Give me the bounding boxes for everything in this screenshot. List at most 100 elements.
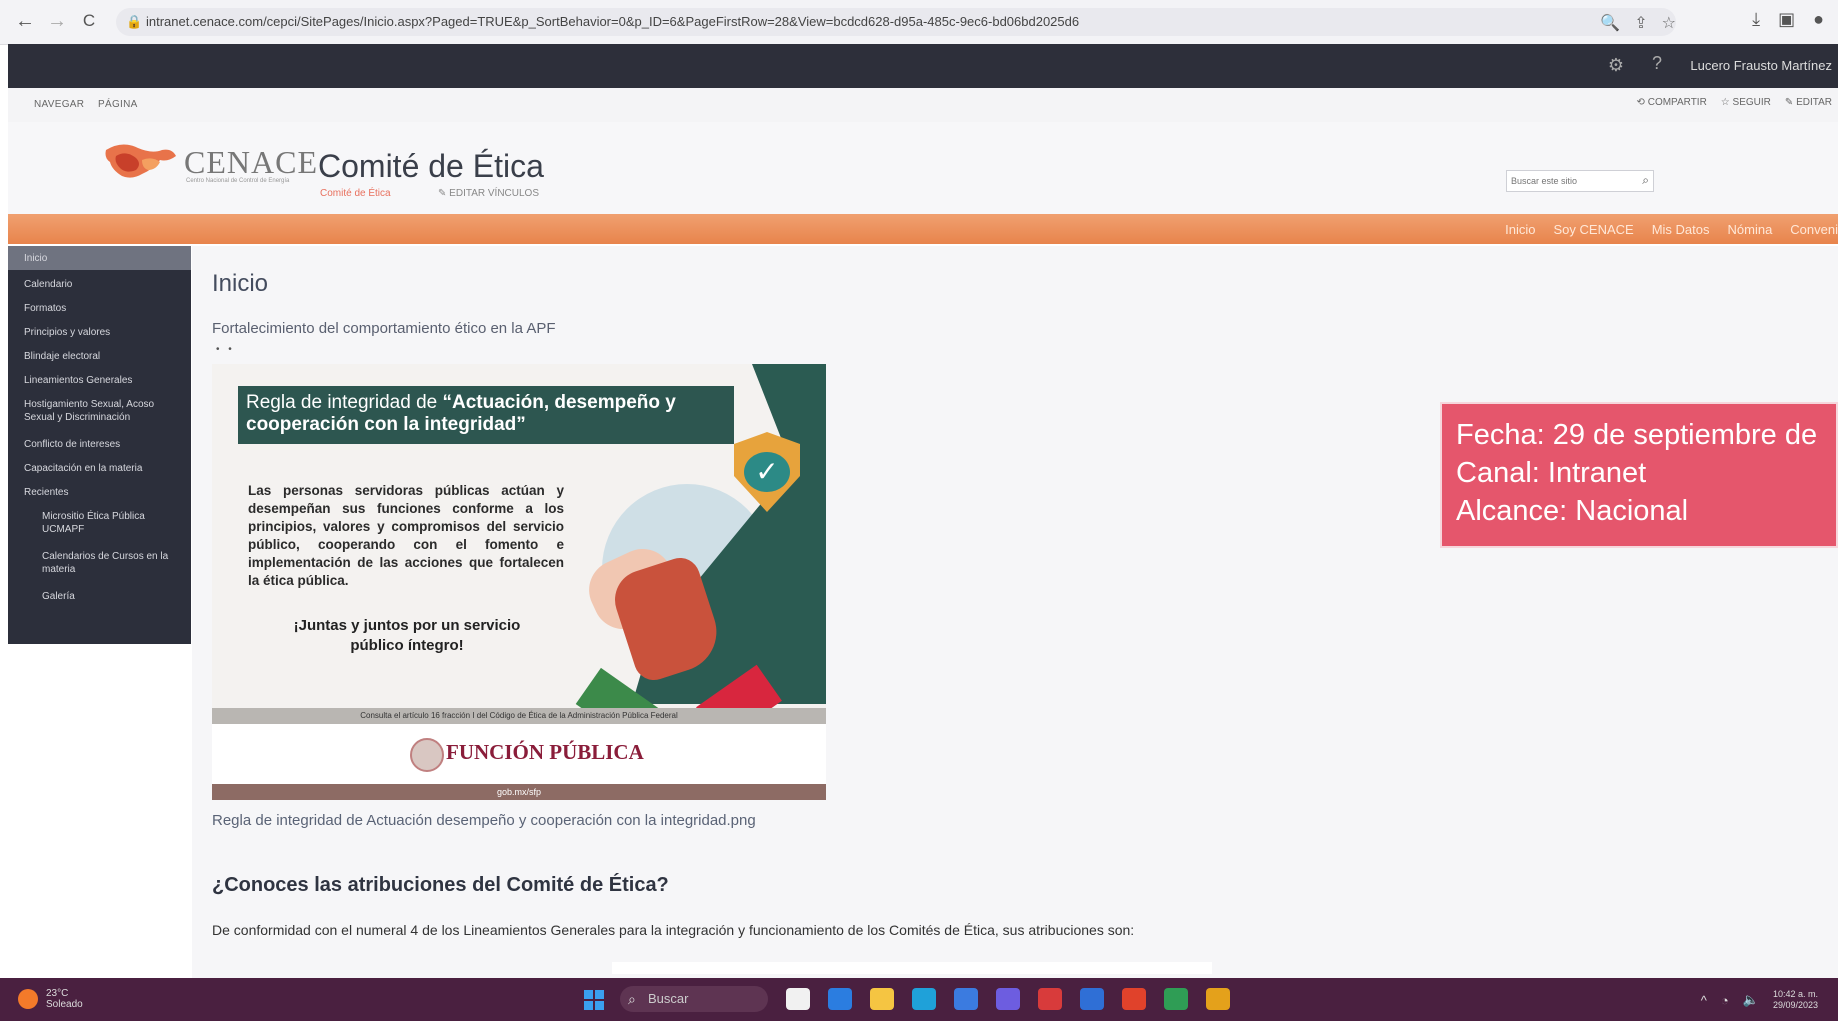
taskbar-search[interactable]: ⌕ Buscar	[620, 986, 768, 1012]
weather-temp: 23°C	[46, 988, 69, 999]
chevron-up-icon[interactable]: ^	[1701, 993, 1707, 1008]
volume-icon[interactable]: 🔈	[1743, 992, 1759, 1008]
breadcrumb[interactable]: Comité de Ética	[320, 188, 391, 199]
left-nav-item-hostigamiento[interactable]: Hostigamiento Sexual, Acoso Sexual y Dis…	[24, 398, 184, 424]
download-icon[interactable]: ⤓	[1752, 9, 1760, 30]
reload-button[interactable]: C	[78, 10, 100, 32]
left-nav-item-recientes[interactable]: Recientes	[24, 486, 184, 499]
follow-action[interactable]: ☆ SEGUIR	[1721, 97, 1771, 108]
left-nav-item-conflicto[interactable]: Conflicto de intereses	[24, 438, 184, 451]
follow-label: SEGUIR	[1732, 97, 1771, 108]
edit-links-label: EDITAR VÍNCULOS	[449, 188, 540, 199]
logo-text: CENACE	[184, 144, 318, 180]
taskbar-app-icon[interactable]	[1164, 988, 1188, 1010]
top-nav: Inicio Soy CENACE Mis Datos Nómina Conve…	[8, 214, 1838, 244]
share-action[interactable]: ⟲ COMPARTIR	[1637, 97, 1707, 108]
clock-time: 10:42 a. m.	[1772, 989, 1818, 999]
taskbar: 23°C Soleado ⌕ Buscar ^ ◔ 🔈 10:42 a. m. …	[0, 978, 1838, 1021]
cenace-emblem-icon[interactable]	[102, 140, 178, 188]
ribbon-tab-navegar[interactable]: NAVEGAR	[34, 99, 84, 110]
forward-button[interactable]: →	[46, 10, 68, 32]
left-nav-item-formatos[interactable]: Formatos	[24, 302, 184, 315]
sidebar-icon[interactable]: ▣	[1778, 9, 1795, 30]
help-icon[interactable]: ?	[1652, 53, 1662, 74]
back-button[interactable]: ←	[14, 10, 36, 32]
top-nav-soy-cenace[interactable]: Soy CENACE	[1554, 222, 1634, 237]
checkmark-icon: ✓	[744, 452, 790, 492]
share-icon[interactable]: ⇪	[1634, 13, 1647, 33]
content-divider	[612, 962, 1212, 974]
sun-icon	[18, 989, 38, 1009]
poster-footer-note: Consulta el artículo 16 fracción I del C…	[212, 708, 826, 724]
address-bar[interactable]: 🔒 intranet.cenace.com/cepci/SitePages/In…	[116, 8, 1676, 36]
left-nav-item-blindaje[interactable]: Blindaje electoral	[24, 350, 184, 363]
poster-banner: Regla de integridad de “Actuación, desem…	[238, 386, 734, 444]
taskbar-app-icon[interactable]	[1122, 988, 1146, 1010]
lock-icon: 🔒	[126, 14, 143, 29]
zoom-icon[interactable]: 🔍	[1600, 13, 1620, 33]
carousel-dots[interactable]: • •	[216, 344, 235, 355]
top-nav-convenios[interactable]: Conveni	[1790, 222, 1838, 237]
government-seal-icon	[410, 738, 444, 772]
section-heading: ¿Conoces las atribuciones del Comité de …	[212, 874, 669, 896]
taskbar-app-icon[interactable]	[828, 988, 852, 1010]
section-text: De conformidad con el numeral 4 de los L…	[212, 922, 1135, 938]
image-caption-link[interactable]: Regla de integridad de Actuación desempe…	[212, 812, 756, 829]
taskbar-app-icon[interactable]	[954, 988, 978, 1010]
taskbar-app-icon[interactable]	[1206, 988, 1230, 1010]
poster-body-text: Las personas servidoras públicas actúan …	[248, 483, 564, 588]
taskbar-app-icon[interactable]	[786, 988, 810, 1010]
site-title[interactable]: Comité de Ética	[318, 148, 544, 185]
left-nav-item-inicio[interactable]: Inicio	[8, 246, 191, 270]
left-nav-item-principios[interactable]: Principios y valores	[24, 326, 184, 339]
user-name[interactable]: Lucero Frausto Martínez	[1690, 58, 1832, 73]
search-icon[interactable]: ⌕	[1642, 173, 1649, 188]
left-nav-subitem-galeria[interactable]: Galería	[42, 590, 182, 603]
browser-toolbar: ← → C 🔒 intranet.cenace.com/cepci/SitePa…	[0, 0, 1838, 45]
left-nav-subitem-micrositio[interactable]: Micrositio Ética Pública UCMAPF	[42, 510, 182, 536]
bookmark-star-icon[interactable]: ☆	[1662, 13, 1676, 33]
weather-widget[interactable]: 23°C Soleado	[18, 988, 83, 1010]
date-channel-scope-box: Fecha: 29 de septiembre de Canal: Intran…	[1440, 402, 1838, 548]
top-nav-mis-datos[interactable]: Mis Datos	[1652, 222, 1710, 237]
edit-links-button[interactable]: ✎ EDITAR VÍNCULOS	[438, 188, 539, 199]
site-search-box[interactable]: ⌕	[1506, 170, 1654, 192]
taskbar-app-icon[interactable]	[1080, 988, 1104, 1010]
system-tray: ^ ◔ 🔈 10:42 a. m. 29/09/2023	[1701, 989, 1818, 1011]
left-nav-subitem-calendarios[interactable]: Calendarios de Cursos en la materia	[42, 550, 182, 576]
clock[interactable]: 10:42 a. m. 29/09/2023	[1773, 989, 1818, 1011]
top-nav-inicio[interactable]: Inicio	[1505, 222, 1535, 237]
taskbar-app-icon[interactable]	[912, 988, 936, 1010]
taskbar-app-icon[interactable]	[996, 988, 1020, 1010]
network-icon[interactable]: ◔	[1721, 993, 1729, 1008]
ribbon: NAVEGAR PÁGINA ⟲ COMPARTIR ☆ SEGUIR ✎ ED…	[8, 88, 1838, 122]
profile-icon[interactable]: ●	[1813, 9, 1824, 30]
taskbar-app-icon[interactable]	[870, 988, 894, 1010]
windows-start-icon[interactable]	[584, 990, 604, 1010]
main-content: Inicio Fortalecimiento del comportamient…	[192, 246, 1838, 978]
fecha-line: Fecha: 29 de septiembre de	[1456, 419, 1818, 451]
settings-gear-icon[interactable]: ⚙	[1608, 55, 1624, 76]
canal-line: Canal: Intranet	[1456, 457, 1647, 489]
suite-bar: ⚙ ? Lucero Frausto Martínez	[8, 44, 1838, 88]
clock-date: 29/09/2023	[1772, 1000, 1818, 1010]
poster-banner-prefix: Regla de integridad de	[246, 392, 443, 413]
page-subtitle: Fortalecimiento del comportamiento ético…	[212, 320, 556, 337]
ribbon-tab-pagina[interactable]: PÁGINA	[98, 99, 138, 110]
search-icon: ⌕	[628, 991, 636, 1007]
left-nav-item-lineamientos[interactable]: Lineamientos Generales	[24, 374, 184, 387]
left-nav-item-calendario[interactable]: Calendario	[24, 278, 184, 291]
weather-desc: Soleado	[46, 999, 83, 1010]
taskbar-apps	[786, 988, 1230, 1010]
top-nav-nomina[interactable]: Nómina	[1728, 222, 1773, 237]
site-search-input[interactable]	[1507, 172, 1633, 190]
taskbar-app-icon[interactable]	[1038, 988, 1062, 1010]
site-header: CENACE Centro Nacional de Control de Ene…	[8, 122, 1838, 214]
edit-label: EDITAR	[1796, 97, 1832, 108]
edit-action[interactable]: ✎ EDITAR	[1785, 97, 1832, 108]
left-nav-item-capacitacion[interactable]: Capacitación en la materia	[24, 462, 184, 475]
alcance-line: Alcance: Nacional	[1456, 495, 1689, 527]
left-nav: Inicio Calendario Formatos Principios y …	[8, 246, 191, 644]
left-nav-item-label: Inicio	[24, 253, 48, 264]
integrity-poster-image[interactable]: ✓ Regla de integridad de “Actuación, des…	[212, 364, 826, 800]
